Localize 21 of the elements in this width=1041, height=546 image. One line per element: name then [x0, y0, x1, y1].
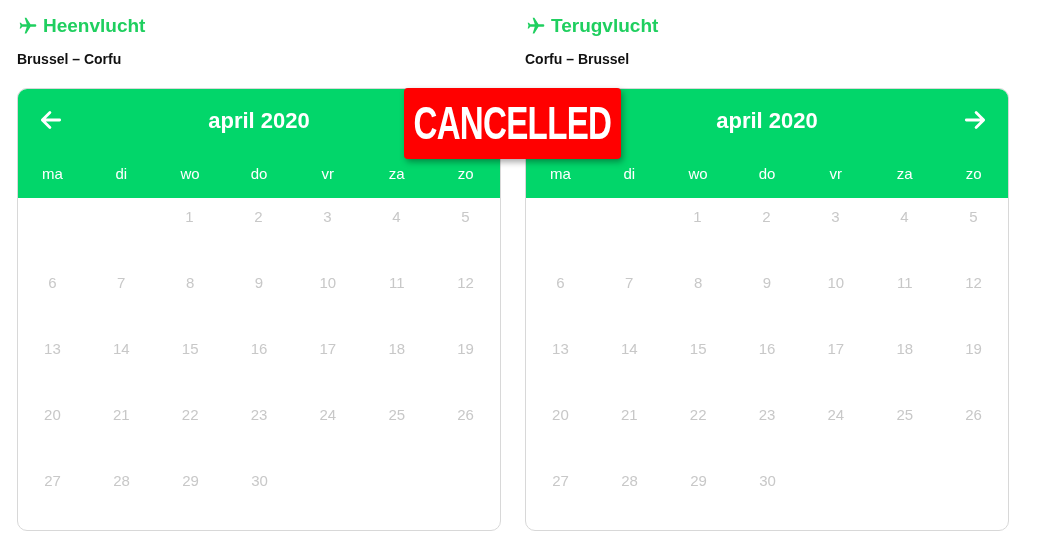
cancelled-stamp: CANCELLED [404, 88, 621, 159]
airplane-icon [17, 16, 39, 36]
route-text: Corfu – Brussel [525, 50, 631, 69]
weekday-label: zo [456, 164, 475, 185]
route-text: Brussel – Corfu [17, 50, 123, 69]
weekday-label: wo [179, 164, 201, 185]
section-title: Terugvlucht [551, 13, 659, 38]
weekday-label: do [249, 164, 269, 185]
weekday-label: za [387, 164, 406, 185]
weekday-label: ma [549, 164, 572, 185]
section-title: Heenvlucht [43, 13, 146, 38]
weekday-label: wo [687, 164, 709, 185]
weekday-label: za [895, 164, 914, 185]
weekday-label: ma [41, 164, 64, 185]
weekday-label: vr [828, 164, 844, 185]
weekday-label: vr [320, 164, 336, 185]
weekday-label: do [757, 164, 777, 185]
airplane-icon [525, 16, 547, 36]
weekday-label: di [622, 164, 637, 185]
weekday-label: di [114, 164, 129, 185]
weekday-label: zo [964, 164, 983, 185]
